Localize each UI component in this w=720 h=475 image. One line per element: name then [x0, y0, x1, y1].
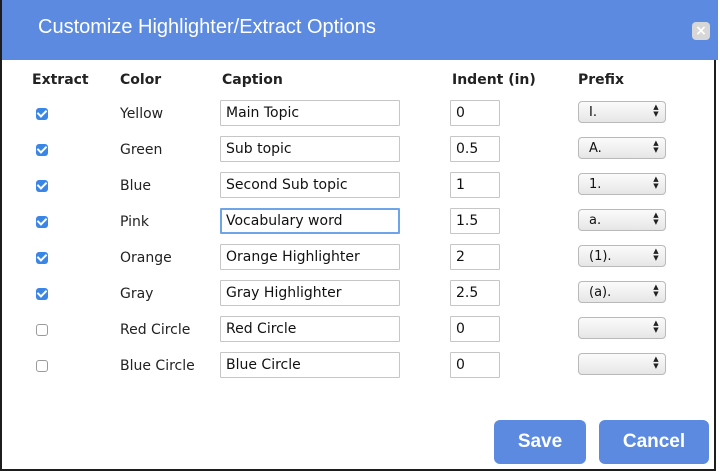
caption-input[interactable]	[220, 208, 400, 234]
prefix-value: (1).	[589, 249, 612, 264]
cancel-button[interactable]: Cancel	[599, 420, 709, 464]
indent-input[interactable]	[450, 244, 500, 270]
color-label: Green	[120, 142, 163, 158]
prefix-value: A.	[589, 141, 602, 156]
select-arrows-icon: ▲ ▼	[653, 103, 659, 118]
option-row: Blue Circle ▲▼	[2, 350, 718, 386]
option-row: Pink a. ▲▼	[2, 206, 718, 242]
indent-input[interactable]	[450, 208, 500, 234]
extract-checkbox[interactable]	[36, 324, 48, 336]
prefix-select[interactable]: I. ▲ ▼	[578, 101, 666, 123]
select-arrows-icon: ▲ ▼	[653, 175, 659, 190]
indent-input[interactable]	[450, 172, 500, 198]
prefix-select[interactable]: A. ▲ ▼	[578, 137, 666, 159]
header-color: Color	[120, 72, 162, 88]
option-row: Green A. ▲▼	[2, 134, 718, 170]
select-arrows-icon: ▲ ▼	[653, 283, 659, 298]
save-button[interactable]: Save	[494, 420, 586, 464]
extract-checkbox[interactable]	[36, 108, 48, 120]
prefix-select[interactable]: 1. ▲ ▼	[578, 173, 666, 195]
extract-checkbox[interactable]	[36, 360, 48, 372]
select-arrows-icon: ▲ ▼	[653, 211, 659, 226]
prefix-select[interactable]: ▲ ▼	[578, 317, 666, 339]
indent-input[interactable]	[450, 280, 500, 306]
header-caption: Caption	[222, 72, 283, 88]
prefix-value: I.	[589, 105, 597, 120]
header-prefix: Prefix	[578, 72, 625, 88]
dialog-titlebar: Customize Highlighter/Extract Options ×	[2, 0, 718, 60]
prefix-select[interactable]: (a). ▲ ▼	[578, 281, 666, 303]
color-label: Blue	[120, 178, 151, 194]
dialog-title: Customize Highlighter/Extract Options	[38, 16, 376, 38]
select-arrows-icon: ▲ ▼	[653, 319, 659, 334]
prefix-value: 1.	[589, 177, 602, 192]
prefix-select[interactable]: (1). ▲ ▼	[578, 245, 666, 267]
option-row: Blue 1. ▲▼	[2, 170, 718, 206]
color-label: Red Circle	[120, 322, 191, 338]
extract-checkbox[interactable]	[36, 180, 48, 192]
select-arrows-icon: ▲ ▼	[653, 355, 659, 370]
caption-input[interactable]	[220, 136, 400, 162]
prefix-value: (a).	[589, 285, 612, 300]
prefix-select[interactable]: ▲ ▼	[578, 353, 666, 375]
color-label: Gray	[120, 286, 154, 302]
prefix-select[interactable]: a. ▲ ▼	[578, 209, 666, 231]
indent-input[interactable]	[450, 100, 500, 126]
caption-input[interactable]	[220, 316, 400, 342]
header-extract: Extract	[32, 72, 89, 88]
extract-checkbox[interactable]	[36, 216, 48, 228]
extract-checkbox[interactable]	[36, 288, 48, 300]
caption-input[interactable]	[220, 100, 400, 126]
extract-checkbox[interactable]	[36, 252, 48, 264]
extract-checkbox[interactable]	[36, 144, 48, 156]
header-indent: Indent (in)	[452, 72, 536, 88]
customize-dialog: Customize Highlighter/Extract Options × …	[0, 0, 718, 471]
select-arrows-icon: ▲ ▼	[653, 247, 659, 262]
option-row: Orange (1). ▲▼	[2, 242, 718, 278]
prefix-value: a.	[589, 213, 602, 228]
indent-input[interactable]	[450, 352, 500, 378]
color-label: Pink	[120, 214, 150, 230]
select-arrows-icon: ▲ ▼	[653, 139, 659, 154]
option-row: Red Circle ▲▼	[2, 314, 718, 350]
caption-input[interactable]	[220, 280, 400, 306]
indent-input[interactable]	[450, 316, 500, 342]
color-label: Orange	[120, 250, 172, 266]
caption-input[interactable]	[220, 172, 400, 198]
caption-input[interactable]	[220, 352, 400, 378]
color-label: Blue Circle	[120, 358, 195, 374]
indent-input[interactable]	[450, 136, 500, 162]
option-row: Gray (a). ▲▼	[2, 278, 718, 314]
caption-input[interactable]	[220, 244, 400, 270]
close-icon[interactable]: ×	[692, 22, 710, 40]
option-row: Yellow I. ▲▼	[2, 98, 718, 134]
color-label: Yellow	[120, 106, 164, 122]
